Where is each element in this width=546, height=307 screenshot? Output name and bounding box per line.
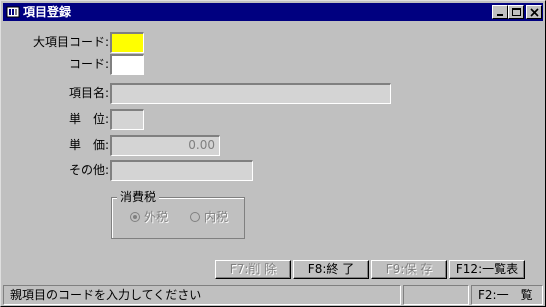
other-label: その他: xyxy=(68,163,109,177)
title-bar[interactable]: 項目登録 xyxy=(3,3,543,21)
item-registration-window: 項目登録 大項目コード: コード: 項目名: 単 位: 単 価: 0.00 その… xyxy=(0,0,546,307)
price-input[interactable]: 0.00 xyxy=(110,135,220,156)
status-message: 親項目のコードを入力してください xyxy=(3,285,401,305)
delete-button[interactable]: F7:削 除 xyxy=(215,260,291,279)
minimize-button[interactable] xyxy=(492,5,508,19)
list-button[interactable]: F12:一覧表 xyxy=(449,260,525,279)
unit-label: 単 位: xyxy=(68,112,109,126)
item-name-input[interactable] xyxy=(110,83,391,104)
status-spacer xyxy=(403,285,469,305)
tax-inclusive-radio[interactable] xyxy=(190,212,200,222)
other-input[interactable] xyxy=(110,160,253,181)
maximize-icon xyxy=(512,8,521,16)
save-button[interactable]: F9:保 存 xyxy=(371,260,447,279)
tax-group-label: 消費税 xyxy=(117,190,160,204)
minimize-icon xyxy=(497,14,503,16)
tax-exclusive-label: 外税 xyxy=(144,210,169,224)
app-icon xyxy=(6,5,20,19)
status-hint: F2:一 覧 xyxy=(471,285,543,305)
item-name-label: 項目名: xyxy=(68,86,109,100)
maximize-button[interactable] xyxy=(508,5,524,19)
tax-inclusive-label: 内税 xyxy=(204,210,229,224)
exit-button[interactable]: F8:終 了 xyxy=(293,260,369,279)
window-title: 項目登録 xyxy=(23,5,72,19)
unit-input[interactable] xyxy=(110,109,144,130)
major-code-input[interactable] xyxy=(110,32,144,53)
tax-exclusive-radio[interactable] xyxy=(130,212,140,222)
price-label: 単 価: xyxy=(68,138,109,152)
major-code-label: 大項目コード: xyxy=(32,35,109,49)
code-label: コード: xyxy=(68,57,109,71)
code-input[interactable] xyxy=(110,54,144,75)
close-button[interactable] xyxy=(526,5,542,19)
close-icon xyxy=(530,8,539,17)
